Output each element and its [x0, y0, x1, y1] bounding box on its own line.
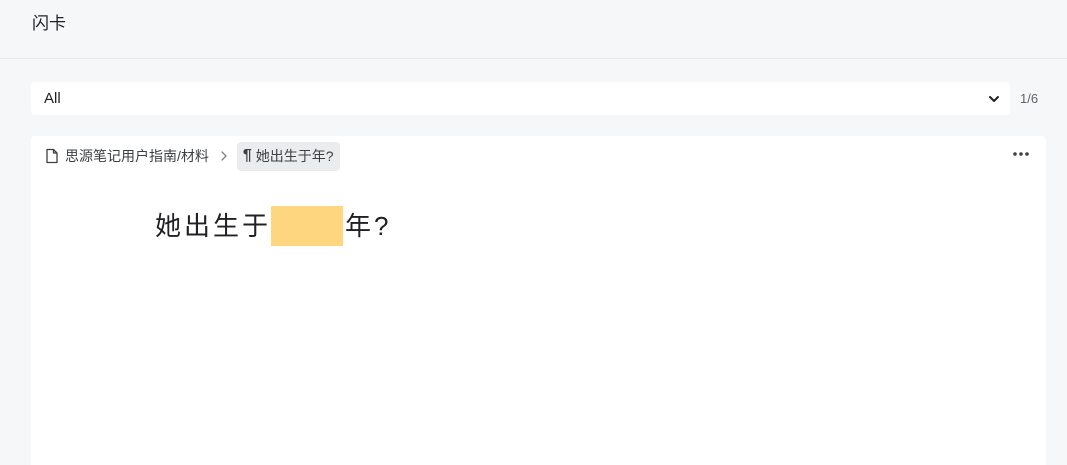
breadcrumb: 思源笔记用户指南/材料 ¶ 她出生于年?	[45, 141, 340, 171]
flashcard-toolbar: All 1/6	[31, 82, 1046, 115]
breadcrumb-document-label: 思源笔记用户指南/材料	[65, 148, 209, 164]
document-icon	[46, 148, 58, 164]
deck-select[interactable]: All	[31, 82, 1010, 115]
card-question: 她出生于 年?	[155, 206, 391, 246]
page-title: 闪卡	[32, 14, 66, 33]
breadcrumb-current-block[interactable]: ¶ 她出生于年?	[236, 141, 340, 171]
question-text-before: 她出生于	[155, 211, 272, 241]
breadcrumb-current-label: 她出生于年?	[255, 148, 334, 164]
more-horizontal-icon[interactable]	[1010, 146, 1032, 162]
deck-select-value: All	[44, 90, 61, 107]
cloze-blank[interactable]	[271, 206, 344, 246]
breadcrumb-document[interactable]: 思源笔记用户指南/材料	[45, 142, 213, 170]
card-counter: 1/6	[1020, 91, 1039, 106]
flashcard: 思源笔记用户指南/材料 ¶ 她出生于年? 她出生于 年?	[31, 136, 1046, 465]
paragraph-icon: ¶	[242, 147, 252, 164]
question-text-after: 年?	[345, 211, 392, 241]
chevron-down-icon	[989, 96, 999, 102]
header: 闪卡	[0, 0, 1067, 59]
chevron-right-icon	[221, 151, 227, 161]
